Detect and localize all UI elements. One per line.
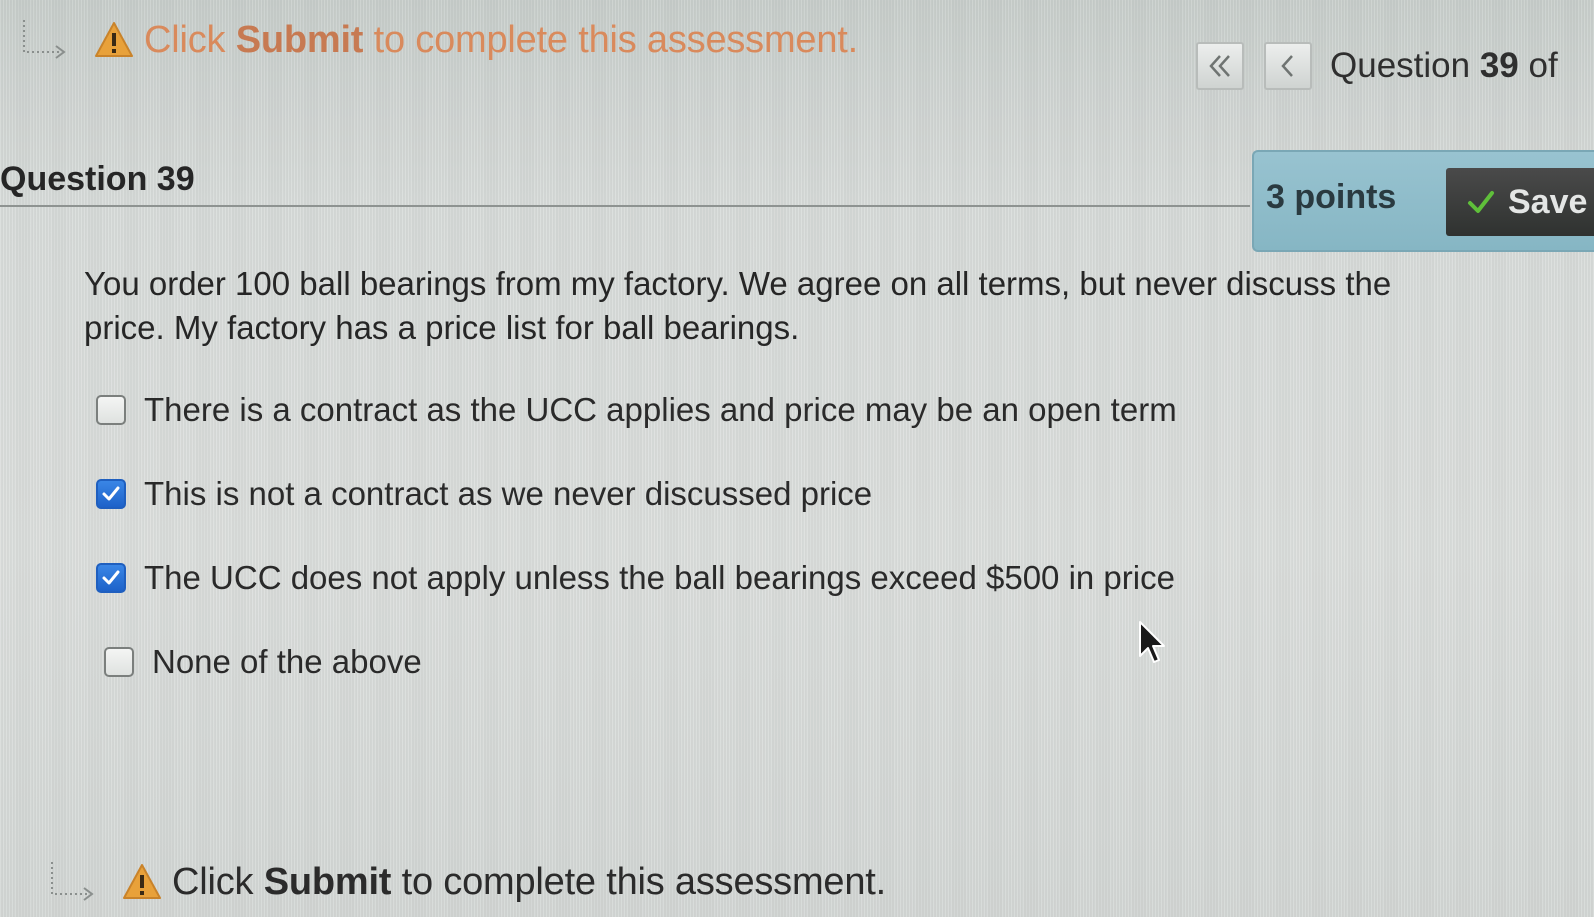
question-prompt: You order 100 ball bearings from my fact… xyxy=(84,262,1554,350)
submit-emphasis: Submit xyxy=(263,860,392,903)
answer-label[interactable]: This is not a contract as we never discu… xyxy=(144,475,872,513)
points-value: 3 points xyxy=(1266,178,1397,216)
saved-status-badge: Save xyxy=(1446,168,1594,236)
previous-question-button[interactable] xyxy=(1264,42,1312,90)
answer-option[interactable]: There is a contract as the UCC applies a… xyxy=(96,388,1177,432)
question-navigation: Question 39 of xyxy=(1196,42,1558,90)
answer-label[interactable]: The UCC does not apply unless the ball b… xyxy=(144,559,1175,597)
checkmark-icon xyxy=(102,486,120,501)
points-panel: 3 points Save xyxy=(1252,150,1594,252)
answer-checkbox[interactable] xyxy=(96,395,126,425)
mouse-cursor-icon xyxy=(1138,620,1168,668)
answer-option[interactable]: The UCC does not apply unless the ball b… xyxy=(96,556,1177,600)
dotted-arrow-icon xyxy=(50,860,94,904)
prompt-line-1: You order 100 ball bearings from my fact… xyxy=(84,265,1392,302)
question-counter: Question 39 of xyxy=(1330,46,1558,85)
first-question-button[interactable] xyxy=(1196,42,1244,90)
answer-option[interactable]: This is not a contract as we never discu… xyxy=(96,472,1177,516)
answer-label[interactable]: None of the above xyxy=(152,643,422,681)
instruction-text: Click Submit to complete this assessment… xyxy=(144,18,859,61)
prompt-line-2: price. My factory has a price list for b… xyxy=(84,309,800,346)
chevron-left-icon xyxy=(1281,55,1293,77)
assessment-instruction: Click Submit to complete this assessment… xyxy=(22,18,858,62)
warning-icon xyxy=(94,20,134,60)
double-chevron-left-icon xyxy=(1209,55,1230,77)
warning-icon xyxy=(122,862,162,902)
answer-checkbox[interactable] xyxy=(96,479,126,509)
answer-checkbox[interactable] xyxy=(96,563,126,593)
answer-list: There is a contract as the UCC applies a… xyxy=(96,388,1177,724)
instruction-text: Click Submit to complete this assessment… xyxy=(172,860,887,903)
saved-status-text: Save xyxy=(1508,182,1588,221)
answer-label[interactable]: There is a contract as the UCC applies a… xyxy=(144,391,1177,429)
answer-option[interactable]: None of the above xyxy=(104,640,1177,684)
question-title: Question 39 xyxy=(0,160,195,198)
question-divider xyxy=(0,205,1250,207)
checkmark-icon xyxy=(1468,191,1494,213)
checkmark-icon xyxy=(102,570,120,585)
submit-emphasis: Submit xyxy=(235,18,364,61)
dotted-arrow-icon xyxy=(22,18,66,62)
answer-checkbox[interactable] xyxy=(104,647,134,677)
footer-assessment-instruction: Click Submit to complete this assessment… xyxy=(50,860,886,904)
